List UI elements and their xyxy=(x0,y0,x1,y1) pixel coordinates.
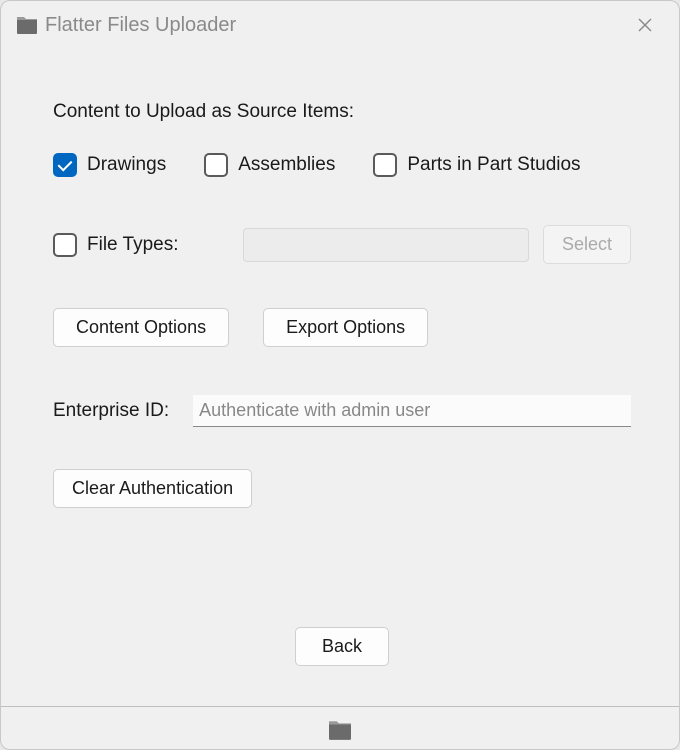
back-button[interactable]: Back xyxy=(295,627,389,666)
spacer xyxy=(53,538,631,627)
assemblies-label: Assemblies xyxy=(238,154,335,176)
assemblies-checkbox[interactable] xyxy=(204,153,228,177)
uploader-window: Flatter Files Uploader Content to Upload… xyxy=(0,0,680,750)
parts-checkbox[interactable] xyxy=(373,153,397,177)
options-row: Content Options Export Options xyxy=(53,308,631,347)
select-filetypes-button[interactable]: Select xyxy=(543,225,631,264)
enterprise-id-input[interactable] xyxy=(193,395,631,427)
titlebar: Flatter Files Uploader xyxy=(1,1,679,47)
folder-icon xyxy=(15,15,39,35)
filetypes-input[interactable] xyxy=(243,228,529,262)
parts-label: Parts in Part Studios xyxy=(407,154,580,176)
filetypes-checkbox-item[interactable]: File Types: xyxy=(53,233,179,257)
footer-folder-icon xyxy=(326,719,354,741)
assemblies-checkbox-item[interactable]: Assemblies xyxy=(204,153,335,177)
drawings-checkbox[interactable] xyxy=(53,153,77,177)
window-title: Flatter Files Uploader xyxy=(45,14,625,37)
enterprise-row: Enterprise ID: xyxy=(53,395,631,427)
footer xyxy=(1,706,679,749)
clear-authentication-button[interactable]: Clear Authentication xyxy=(53,469,252,508)
back-row: Back xyxy=(53,627,631,666)
filetypes-label: File Types: xyxy=(87,234,179,256)
clear-auth-row: Clear Authentication xyxy=(53,469,631,508)
filetypes-checkbox[interactable] xyxy=(53,233,77,257)
enterprise-id-label: Enterprise ID: xyxy=(53,400,169,422)
filetypes-row: File Types: Select xyxy=(53,225,631,264)
close-button[interactable] xyxy=(625,10,665,40)
drawings-label: Drawings xyxy=(87,154,166,176)
parts-checkbox-item[interactable]: Parts in Part Studios xyxy=(373,153,580,177)
content-options-button[interactable]: Content Options xyxy=(53,308,229,347)
source-items-row: Drawings Assemblies Parts in Part Studio… xyxy=(53,153,631,177)
drawings-checkbox-item[interactable]: Drawings xyxy=(53,153,166,177)
export-options-button[interactable]: Export Options xyxy=(263,308,428,347)
content-area: Content to Upload as Source Items: Drawi… xyxy=(1,47,679,706)
section-heading: Content to Upload as Source Items: xyxy=(53,101,631,123)
